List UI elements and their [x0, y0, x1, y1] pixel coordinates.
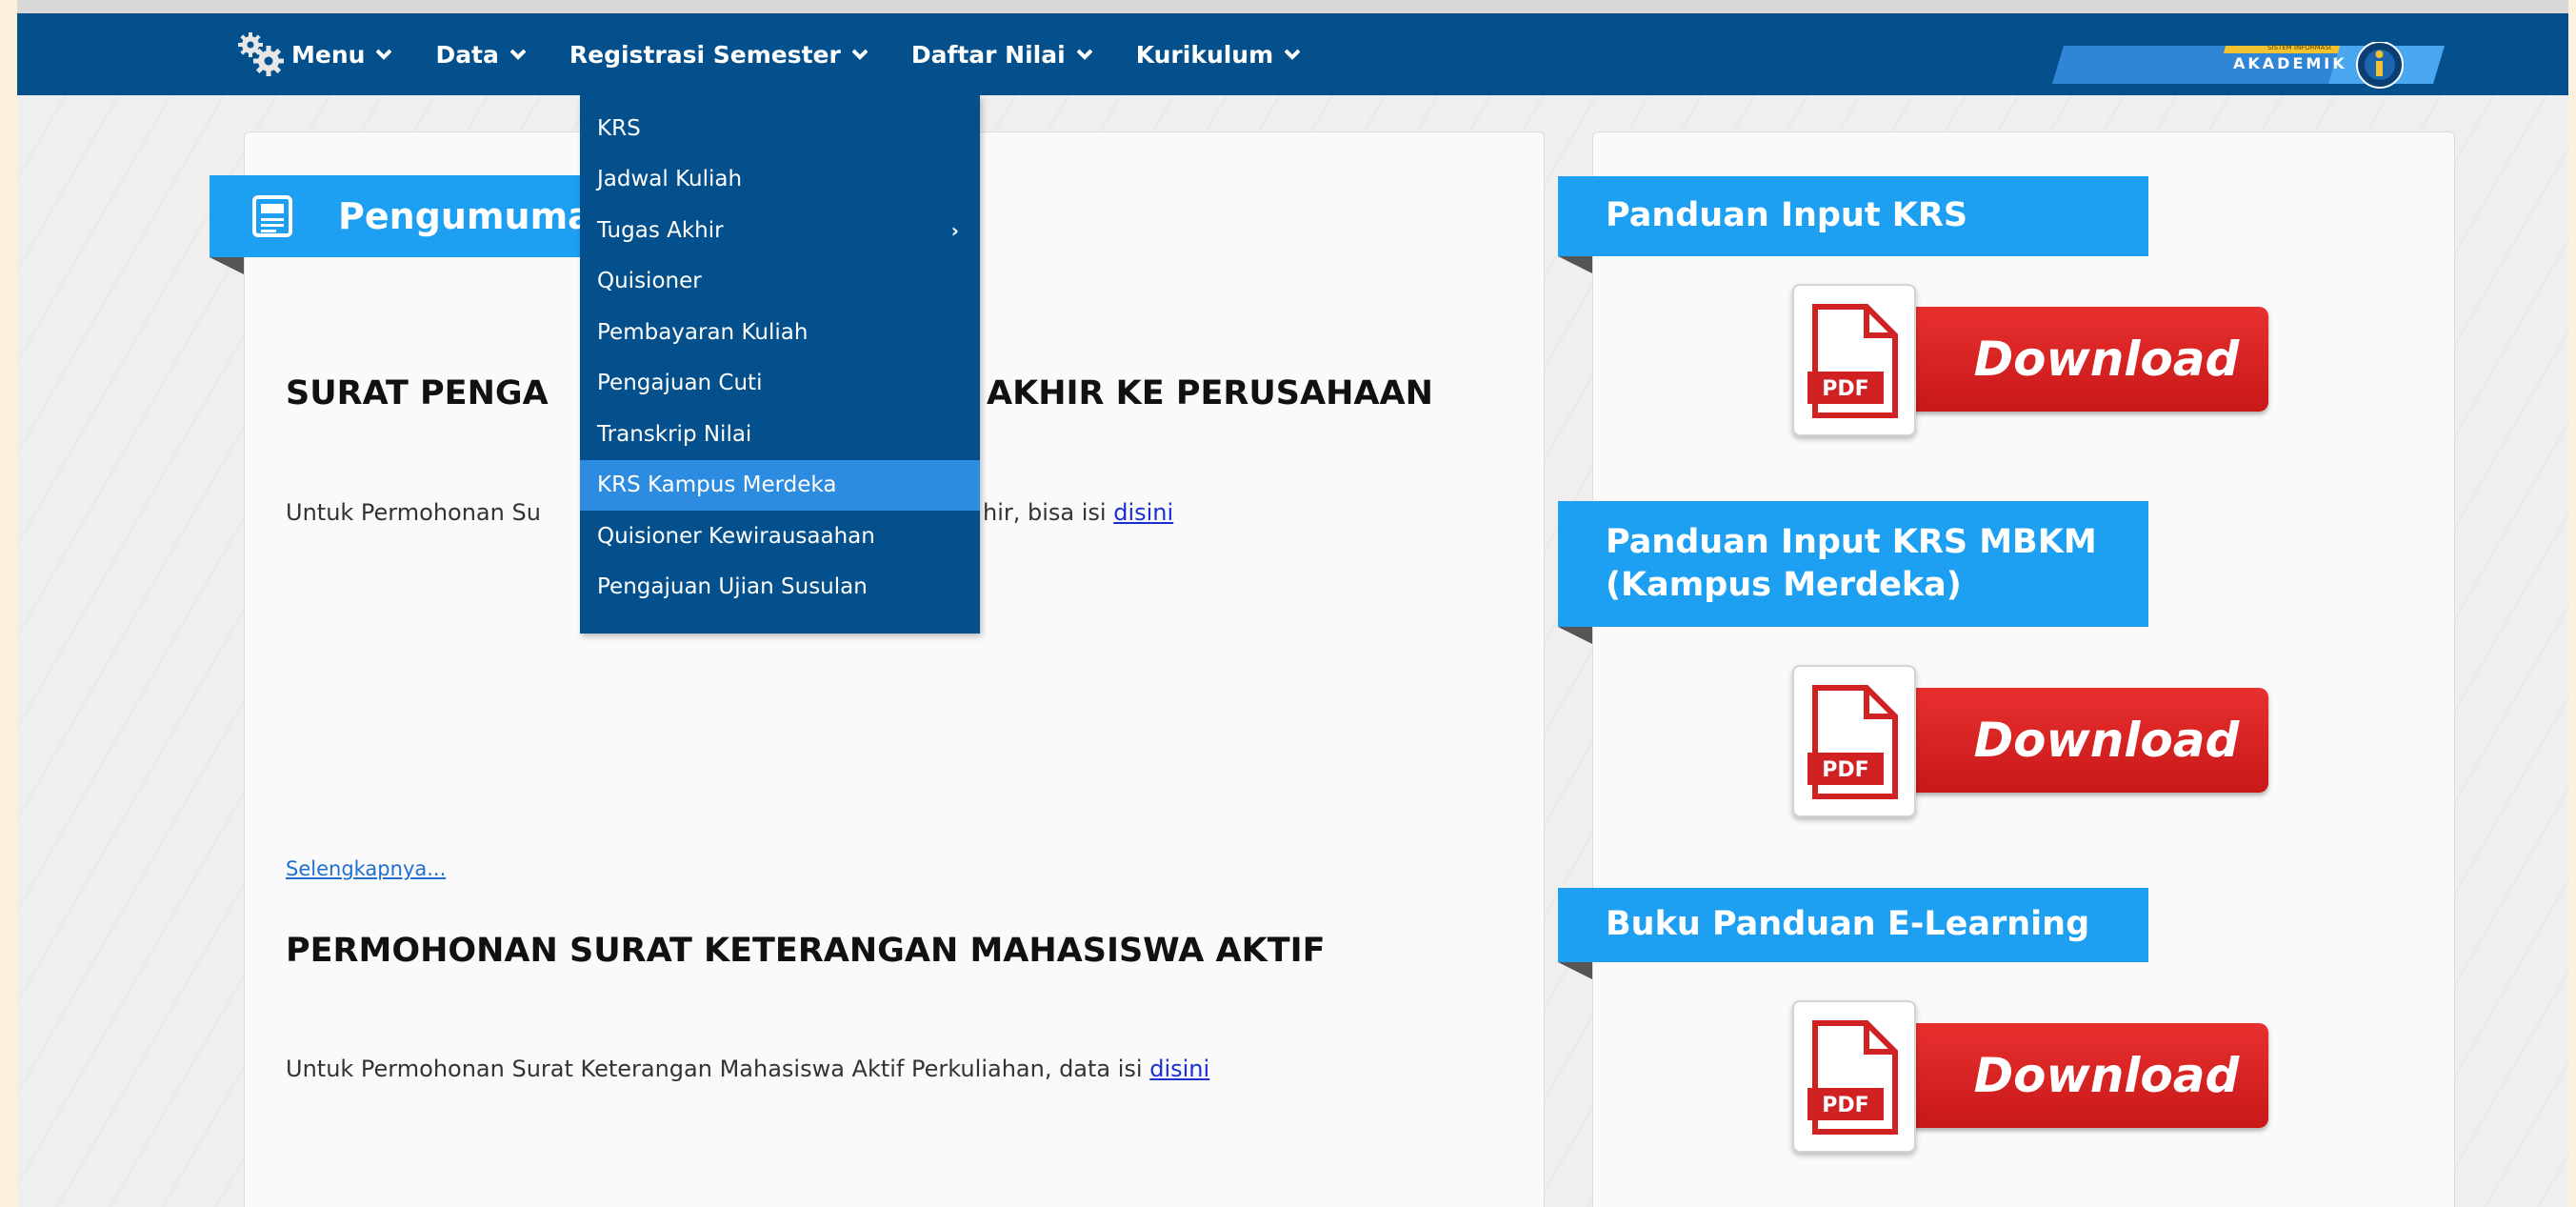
nav-item-registrasi-semester[interactable]: Registrasi Semester [569, 41, 868, 69]
chevron-right-icon: › [950, 218, 959, 242]
sidebar-title-line1: Panduan Input KRS MBKM [1606, 522, 2097, 561]
article-title: SURAT PENGA [286, 374, 549, 412]
dropdown-item-label: Transkrip Nilai [597, 421, 752, 447]
selengkapnya-link[interactable]: Selengkapnya... [286, 857, 446, 880]
gears-icon [238, 32, 284, 76]
download-button-elearning[interactable]: Download PDF [1792, 1000, 2268, 1153]
download-label: Download [1887, 688, 2268, 793]
nav-item-label: Menu [291, 40, 366, 69]
download-button-panduan-krs[interactable]: Download PDF [1792, 284, 2268, 436]
pdf-icon: PDF [1792, 1000, 1916, 1153]
badge-label: AKADEMIK [2233, 54, 2347, 72]
sidebar-title: Buku Panduan E-Learning [1606, 905, 2090, 944]
chevron-down-icon [1285, 49, 1301, 60]
dropdown-item-label: Pembayaran Kuliah [597, 319, 809, 345]
dropdown-item-tugas-akhir[interactable]: Tugas Akhir › [580, 205, 980, 256]
pdf-icon: PDF [1792, 665, 1916, 817]
nav-menu: Menu Data Registrasi Semester Daftar Nil… [234, 13, 1344, 95]
dropdown-item-quisioner[interactable]: Quisioner [580, 256, 980, 308]
dropdown-item-label: KRS Kampus Merdeka [597, 473, 837, 498]
disini-link[interactable]: disini [1113, 499, 1173, 526]
chevron-down-icon [851, 49, 868, 60]
article-text-right: hir, bisa isi [983, 499, 1114, 526]
nav-item-label: Daftar Nilai [910, 40, 1066, 69]
article-text: Untuk Permohonan Su [286, 499, 541, 526]
sidebar-header-panduan-mbkm: Panduan Input KRS MBKM (Kampus Merdeka) [1558, 501, 2148, 627]
navbar: Menu Data Registrasi Semester Daftar Nil… [17, 13, 2568, 95]
dropdown-item-label: Pengajuan Ujian Susulan [597, 574, 868, 600]
newspaper-icon [252, 195, 292, 237]
article-text-continued: hir, bisa isi disini [983, 499, 1173, 526]
left-edge-strip [0, 0, 17, 1207]
chevron-down-icon [509, 49, 526, 60]
ribbon-fold [1558, 627, 1592, 644]
svg-text:PDF: PDF [1822, 377, 1868, 401]
nav-item-label: Registrasi Semester [569, 40, 841, 69]
dropdown-item-label: KRS [597, 115, 641, 141]
svg-text:PDF: PDF [1822, 1094, 1868, 1117]
announcements-title: Pengumuma [338, 195, 592, 237]
sidebar-title: Panduan Input KRS [1606, 196, 1968, 235]
dropdown-item-label: Quisioner [597, 269, 702, 294]
article-title-2: PERMOHONAN SURAT KETERANGAN MAHASISWA AK… [286, 932, 1326, 970]
download-label: Download [1887, 1023, 2268, 1128]
article-title-left: SURAT PENGA [286, 374, 549, 412]
dropdown-item-pembayaran-kuliah[interactable]: Pembayaran Kuliah [580, 307, 980, 358]
download-label: Download [1887, 307, 2268, 412]
ribbon-fold [210, 257, 244, 274]
ribbon-fold [1558, 256, 1592, 273]
nav-item-label: Data [435, 40, 499, 69]
badge-small-label: SISTEM INFORMASI [2267, 44, 2331, 51]
dropdown-item-krs[interactable]: KRS [580, 103, 980, 154]
svg-text:PDF: PDF [1822, 758, 1868, 782]
chevron-down-icon [376, 49, 392, 60]
dropdown-item-label: Pengajuan Cuti [597, 371, 763, 396]
sidebar-header-elearning: Buku Panduan E-Learning [1558, 888, 2148, 962]
ribbon-fold [1558, 962, 1592, 979]
nav-item-data[interactable]: Data [435, 40, 526, 69]
dropdown-item-label: Quisioner Kewirausaahan [597, 523, 875, 549]
dropdown-item-pengajuan-cuti[interactable]: Pengajuan Cuti [580, 358, 980, 410]
article-text-left: Untuk Permohonan Su [286, 499, 541, 526]
right-edge-strip [2568, 0, 2576, 1207]
dropdown-item-pengajuan-ujian-susulan[interactable]: Pengajuan Ujian Susulan [580, 562, 980, 614]
download-button-panduan-mbkm[interactable]: Download PDF [1792, 665, 2268, 817]
dropdown-item-jadwal-kuliah[interactable]: Jadwal Kuliah [580, 154, 980, 206]
article-title-right: AKHIR KE PERUSAHAAN [987, 374, 1433, 412]
chevron-down-icon [1076, 49, 1092, 60]
article-text-2-body: Untuk Permohonan Surat Keterangan Mahasi… [286, 1056, 1150, 1082]
dropdown-item-quisioner-kewirausaahan[interactable]: Quisioner Kewirausaahan [580, 511, 980, 562]
dropdown-item-transkrip-nilai[interactable]: Transkrip Nilai [580, 409, 980, 460]
disini-link-2[interactable]: disini [1149, 1056, 1209, 1082]
dropdown-item-krs-kampus-merdeka[interactable]: KRS Kampus Merdeka [580, 459, 980, 511]
sidebar-header-panduan-krs: Panduan Input KRS [1558, 176, 2148, 256]
registrasi-semester-dropdown: KRS Jadwal Kuliah Tugas Akhir › Quisioner… [580, 95, 980, 634]
dropdown-item-label: Jadwal Kuliah [597, 167, 743, 192]
nav-item-label: Kurikulum [1135, 40, 1274, 69]
pdf-icon: PDF [1792, 284, 1916, 436]
nav-item-kurikulum[interactable]: Kurikulum [1135, 40, 1301, 69]
akademik-badge[interactable]: SISTEM INFORMASI AKADEMIK [2026, 41, 2445, 93]
article-title-continued: AKHIR KE PERUSAHAAN [987, 374, 1433, 412]
nav-item-menu[interactable]: Menu [234, 30, 392, 78]
article-text-2: Untuk Permohonan Surat Keterangan Mahasi… [286, 1056, 1209, 1082]
nav-item-daftar-nilai[interactable]: Daftar Nilai [911, 41, 1092, 69]
announcements-header: Pengumuma [210, 175, 609, 257]
top-bar-strip [17, 0, 2568, 13]
dropdown-item-label: Tugas Akhir [597, 217, 724, 243]
sidebar-title-line2: (Kampus Merdeka) [1606, 566, 1962, 604]
